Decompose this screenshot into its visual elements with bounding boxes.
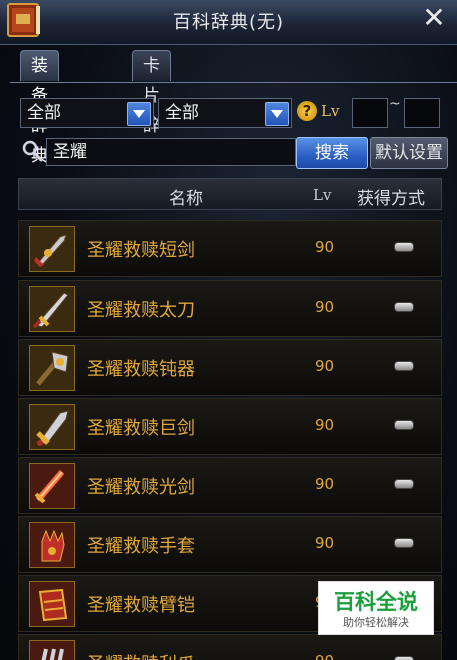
item-level: 90 (315, 475, 335, 493)
category-select-1[interactable]: 全部 (20, 98, 154, 128)
category-select-1-value: 全部 (27, 103, 61, 123)
table-row[interactable]: 圣耀救赎钝器 90 (18, 339, 442, 396)
item-name: 圣耀救赎手套 (87, 536, 195, 557)
acquire-method-button[interactable] (394, 479, 414, 489)
item-level: 90 (315, 534, 335, 552)
tab-divider (10, 82, 457, 83)
watermark-title: 百科全说 (334, 590, 418, 614)
search-button[interactable]: 搜索 (296, 137, 368, 169)
table-row[interactable]: 圣耀救赎手套 90 (18, 516, 442, 573)
greatsword-icon (29, 404, 75, 450)
tab-card-dictionary[interactable]: 卡片辞典 (132, 50, 171, 166)
item-name: 圣耀救赎钝器 (87, 359, 195, 380)
table-row[interactable]: 圣耀救赎光剑 90 (18, 457, 442, 514)
item-name: 圣耀救赎巨剑 (87, 418, 195, 439)
search-input[interactable]: 圣耀 (46, 138, 296, 166)
level-min-input[interactable] (352, 98, 388, 128)
watermark-subtitle: 助你轻松解决 (343, 616, 409, 629)
column-header-acquire: 获得方式 (357, 189, 425, 209)
acquire-method-button[interactable] (394, 656, 414, 660)
item-name: 圣耀救赎利爪 (87, 650, 195, 660)
item-level: 90 (315, 416, 335, 434)
gauntlet-icon (29, 522, 75, 568)
item-name: 圣耀救赎臂铠 (87, 595, 195, 616)
watermark-logo: 百科全说 助你轻松解决 (318, 581, 434, 635)
bracer-icon (29, 581, 75, 627)
column-header-level: Lv (313, 186, 332, 204)
level-max-input[interactable] (404, 98, 440, 128)
table-row[interactable]: 圣耀救赎太刀 90 (18, 280, 442, 337)
search-icon (22, 140, 43, 162)
level-label: Lv (321, 102, 340, 120)
category-select-2-value: 全部 (165, 103, 199, 123)
chevron-down-icon[interactable] (265, 102, 289, 126)
help-icon[interactable]: ? (297, 101, 317, 121)
acquire-method-button[interactable] (394, 302, 414, 312)
acquire-method-button[interactable] (394, 242, 414, 252)
dagger-icon (29, 226, 75, 272)
item-name: 圣耀救赎光剑 (87, 477, 195, 498)
item-level: 90 (315, 357, 335, 375)
item-name: 圣耀救赎太刀 (87, 300, 195, 321)
table-row[interactable]: 圣耀救赎巨剑 90 (18, 398, 442, 455)
acquire-method-button[interactable] (394, 420, 414, 430)
item-level: 90 (315, 298, 335, 316)
column-header-name: 名称 (169, 189, 203, 209)
table-header: 名称 Lv 获得方式 (18, 178, 442, 210)
acquire-method-button[interactable] (394, 538, 414, 548)
window-title: 百科辞典(无) (172, 12, 285, 33)
encyclopedia-window: 百科辞典(无) ✕ 装备辞典 卡片辞典 全部 全部 ? Lv ~ 圣耀 搜索 默… (0, 0, 457, 660)
category-select-2[interactable]: 全部 (158, 98, 292, 128)
katana-icon (29, 286, 75, 332)
reset-default-button[interactable]: 默认设置 (370, 137, 448, 169)
item-level: 90 (315, 652, 334, 660)
lightsabre-icon (29, 463, 75, 509)
claw-icon (29, 640, 75, 660)
title-bar[interactable]: 百科辞典(无) ✕ (0, 0, 457, 45)
table-row[interactable]: 圣耀救赎利爪 90 (18, 634, 442, 660)
blunt-weapon-icon (29, 345, 75, 391)
chevron-down-icon[interactable] (127, 102, 151, 126)
level-range-separator: ~ (389, 96, 401, 112)
acquire-method-button[interactable] (394, 361, 414, 371)
item-level: 90 (315, 238, 335, 256)
item-name: 圣耀救赎短剑 (87, 240, 195, 261)
close-button[interactable]: ✕ (421, 4, 447, 32)
tab-equipment-dictionary[interactable]: 装备辞典 (20, 50, 59, 166)
table-row[interactable]: 圣耀救赎短剑 90 (18, 220, 442, 277)
